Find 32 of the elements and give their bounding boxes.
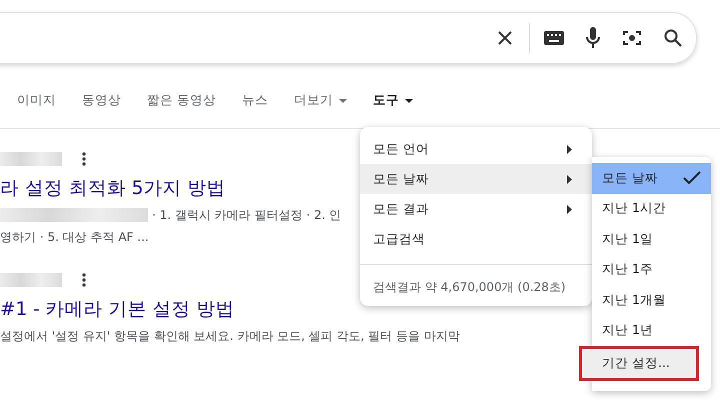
result-snippet: 영하기 · 5. 대상 추적 AF ... bbox=[0, 228, 149, 246]
microphone-icon[interactable] bbox=[586, 27, 600, 49]
menu-item[interactable]: 지난 1개월 bbox=[592, 285, 711, 316]
menu-item[interactable]: 지난 1주 bbox=[592, 254, 711, 285]
menu-item[interactable]: 모든 날짜 bbox=[592, 163, 711, 194]
tab[interactable]: 도구 bbox=[372, 92, 413, 112]
close-icon[interactable] bbox=[497, 30, 513, 46]
more-options-icon[interactable] bbox=[82, 152, 86, 166]
blurred-url bbox=[0, 273, 62, 287]
more-options-icon[interactable] bbox=[82, 273, 86, 287]
search-field[interactable] bbox=[0, 12, 697, 64]
result-snippet: 설정에서 '설정 유지' 항목을 확인해 보세요. 카메라 모드, 셀피 각도, 필터 등을 마지막 bbox=[0, 328, 460, 344]
tab[interactable]: 더보기 bbox=[294, 92, 347, 112]
menu-item[interactable]: 지난 1일 bbox=[592, 224, 711, 254]
tab[interactable]: 동영상 bbox=[82, 92, 121, 112]
tab[interactable]: 뉴스 bbox=[242, 92, 268, 112]
menu-item[interactable]: 모든 날짜 bbox=[360, 164, 592, 194]
blurred-url bbox=[0, 152, 62, 166]
menu-item[interactable]: 고급검색 bbox=[360, 224, 592, 254]
tab[interactable]: 이미지 bbox=[17, 92, 56, 112]
menu-item[interactable]: 지난 1년 bbox=[592, 316, 711, 346]
search-icon[interactable] bbox=[664, 29, 682, 47]
keyboard-icon[interactable] bbox=[544, 31, 564, 45]
menu-item[interactable]: 기간 설정... bbox=[579, 346, 699, 381]
result-snippet: · 1. 갤럭시 카메라 필터설정 · 2. 인 bbox=[152, 206, 342, 224]
menu-item[interactable]: 모든 결과 bbox=[360, 194, 592, 224]
menu-item[interactable]: 모든 언어 bbox=[360, 134, 592, 164]
tab[interactable]: 짧은 동영상 bbox=[147, 92, 216, 112]
checkmark-icon bbox=[683, 171, 701, 186]
menu-item[interactable]: 지난 1시간 bbox=[592, 194, 711, 224]
result-stats: 검색결과 약 4,670,000개 (0.28초) bbox=[372, 279, 567, 296]
camera-icon[interactable] bbox=[622, 28, 642, 48]
